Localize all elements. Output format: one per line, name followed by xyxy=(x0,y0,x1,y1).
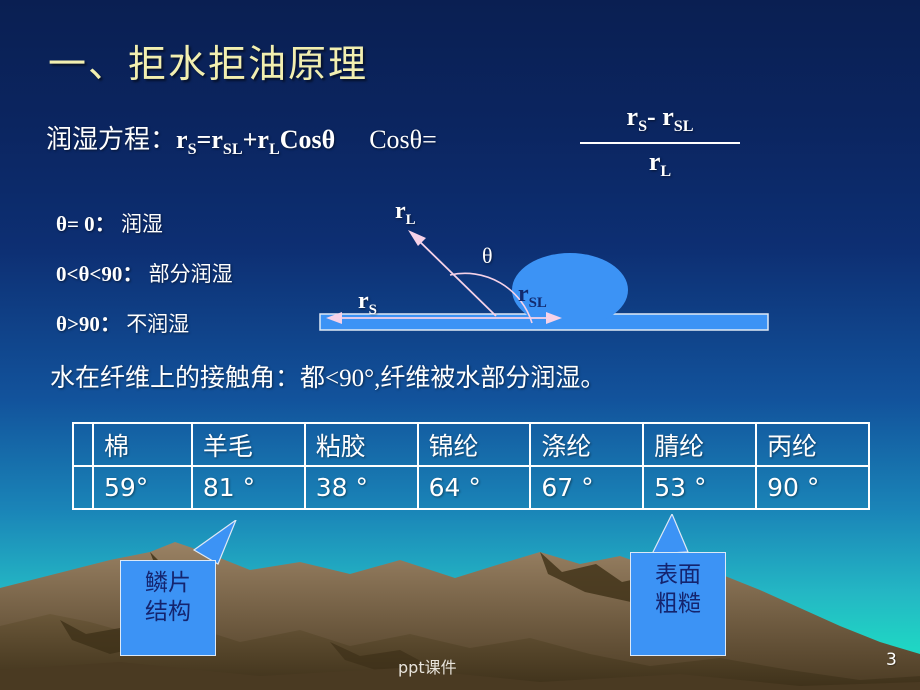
condition-row-0: θ= 0： 润湿 xyxy=(56,208,163,238)
fiber-contact-angle-table: 棉 羊毛 粘胶 锦纶 涤纶 腈纶 丙纶 59° 81 ° 38 ° 64 ° 6… xyxy=(72,422,870,510)
diagram-label-theta: θ xyxy=(482,243,493,268)
callout-line-1: 鳞片 xyxy=(145,570,191,595)
callout-line-2: 结构 xyxy=(145,598,191,624)
equation-rs: rS xyxy=(176,125,197,159)
table-value-cotton: 59° xyxy=(92,465,193,510)
presentation-slide: 一、拒水拒油原理 润湿方程：rS=rSL+rLCosθ Cosθ= rS- rSL… xyxy=(0,0,920,690)
slide-title: 一、拒水拒油原理 xyxy=(48,44,369,86)
contact-angle-note: 水在纤维上的接触角：都<90°,纤维被水部分润湿。 xyxy=(50,365,606,392)
cos-theta-fraction: rS- rSL rL xyxy=(570,103,750,181)
table-header-polyester: 涤纶 xyxy=(529,422,645,467)
callout-rough-surface: 表面 粗糙 xyxy=(630,552,726,656)
table-header-viscose: 粘胶 xyxy=(303,422,419,467)
callout-line-2: 粗糙 xyxy=(655,590,701,616)
table-value-viscose: 38 ° xyxy=(303,465,419,510)
table-cell-spacer xyxy=(72,422,94,467)
slide-page-number: 3 xyxy=(886,650,897,670)
callout-scale-structure: 鳞片 结构 xyxy=(120,560,216,656)
equation-cos: Cosθ xyxy=(279,125,336,154)
condition-result: 润湿 xyxy=(120,212,163,236)
fraction-denominator: rL xyxy=(648,147,672,181)
condition-row-2: θ>90： 不润湿 xyxy=(56,308,189,338)
table-value-wool: 81 ° xyxy=(190,465,306,510)
fraction-bar xyxy=(580,142,740,145)
table-value-polyester: 67 ° xyxy=(529,465,645,510)
diagram-label-rsl: rSL xyxy=(518,281,547,311)
equation-rl: +rL xyxy=(242,125,280,159)
callout-line-1: 表面 xyxy=(655,562,701,587)
wetting-equation-line: 润湿方程：rS=rSL+rLCosθ Cosθ= xyxy=(46,119,437,159)
table-value-nylon: 64 ° xyxy=(416,465,532,510)
wetting-equation-label: 润湿方程： xyxy=(46,125,177,154)
condition-expression: θ= 0： xyxy=(56,212,116,236)
table-header-acrylic: 腈纶 xyxy=(642,422,758,467)
table-row-values: 59° 81 ° 38 ° 64 ° 67 ° 53 ° 90 ° xyxy=(72,465,870,510)
condition-row-1: 0<θ<90： 部分润湿 xyxy=(56,258,233,288)
diagram-label-rl: rL xyxy=(395,198,416,228)
table-row-headers: 棉 羊毛 粘胶 锦纶 涤纶 腈纶 丙纶 xyxy=(72,422,870,467)
contact-angle-diagram xyxy=(319,230,769,331)
table-header-nylon: 锦纶 xyxy=(416,422,532,467)
fraction-numerator: rS- rSL xyxy=(626,102,694,136)
equation-rsl: =rSL xyxy=(196,125,243,159)
condition-expression: θ>90： xyxy=(56,312,121,336)
footer-watermark: ppt课件 xyxy=(398,658,457,677)
rl-arrowhead xyxy=(408,230,426,246)
condition-result: 部分润湿 xyxy=(148,262,233,286)
table-cell-spacer xyxy=(72,465,94,510)
table-header-wool: 羊毛 xyxy=(190,422,306,467)
table-header-cotton: 棉 xyxy=(92,422,193,467)
condition-result: 不润湿 xyxy=(126,312,190,336)
table-value-polypropylene: 90 ° xyxy=(755,465,870,510)
table-header-polypropylene: 丙纶 xyxy=(755,422,870,467)
table-value-acrylic: 53 ° xyxy=(642,465,758,510)
diagram-label-rs: rS xyxy=(358,288,377,318)
condition-expression: 0<θ<90： xyxy=(56,262,144,286)
cos-theta-label: Cosθ= xyxy=(369,125,437,154)
